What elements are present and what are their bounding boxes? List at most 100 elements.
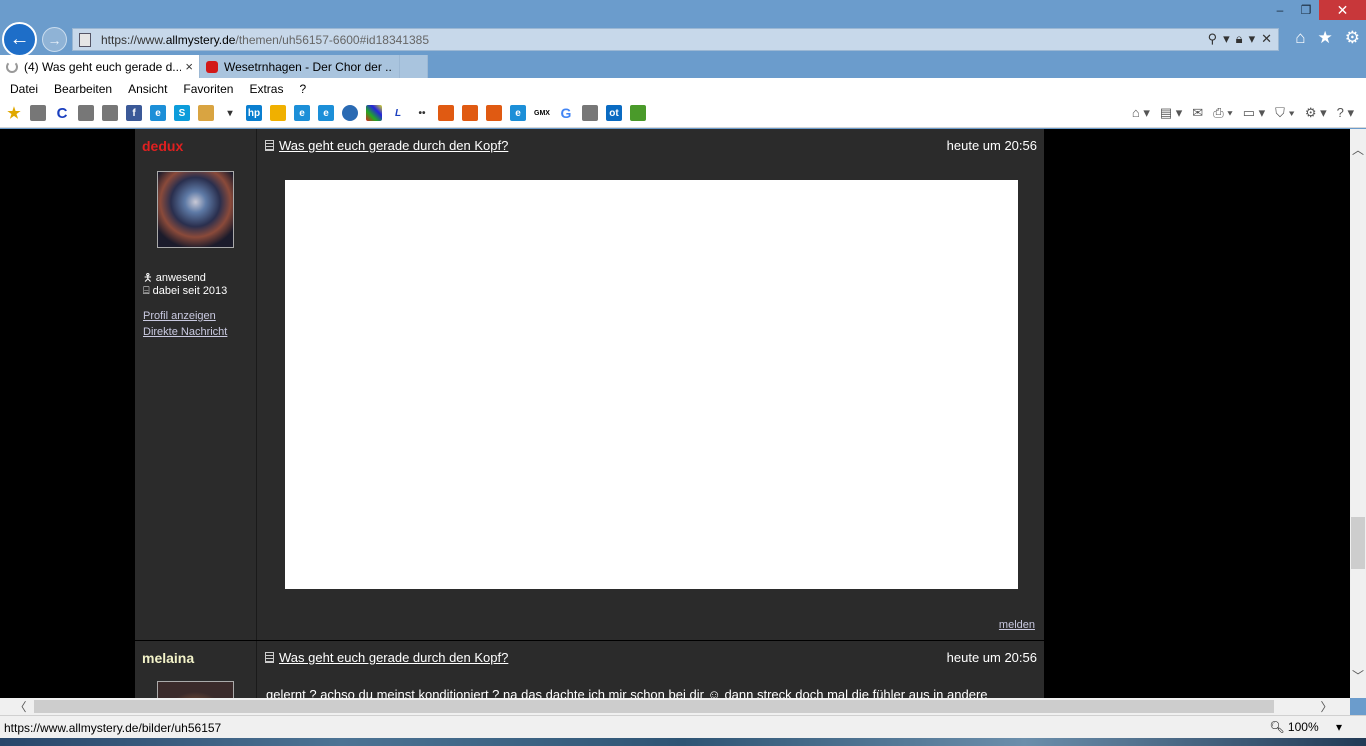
address-url[interactable]: https://www.allmystery.de/themen/uh56157… — [101, 33, 429, 47]
favorite-link-icon[interactable] — [438, 105, 454, 121]
rss-feed-icon[interactable]: ▤ ▾ — [1160, 105, 1182, 121]
menu-datei[interactable]: Datei — [10, 82, 38, 96]
dropdown-arrow-icon[interactable]: ▾ — [222, 105, 238, 121]
zoom-level: 100% — [1287, 720, 1319, 734]
browser-tools: ⌂ ★ ⚙ — [1295, 28, 1360, 48]
post-body: gelernt ? achso du meinst konditioniert … — [266, 687, 988, 698]
favorite-ot-icon[interactable]: ot — [606, 105, 622, 121]
search-icon[interactable]: ⚲ — [1208, 31, 1218, 47]
post-content: Was geht euch gerade durch den Kopf? heu… — [258, 641, 1044, 698]
vertical-scrollbar[interactable]: ︿ ﹀ — [1350, 129, 1366, 698]
globe-icon[interactable] — [342, 105, 358, 121]
url-domain: allmystery.de — [165, 32, 236, 47]
page-icon[interactable]: ▭ ▾ — [1243, 105, 1265, 121]
zoom-icon: 🔍︎ — [1269, 720, 1285, 734]
menu-bearbeiten[interactable]: Bearbeiten — [54, 82, 112, 96]
scroll-down-icon[interactable]: ﹀ — [1350, 667, 1366, 683]
scroll-right-icon[interactable]: 〉 — [1318, 698, 1335, 715]
profile-link[interactable]: Profil anzeigen — [143, 310, 216, 322]
menu-help[interactable]: ? — [299, 82, 306, 96]
embedded-video-frame[interactable] — [285, 180, 1018, 589]
favorite-link-icon[interactable] — [462, 105, 478, 121]
facebook-icon[interactable]: f — [126, 105, 142, 121]
safety-shield-icon[interactable]: ⛉ ▾ — [1275, 105, 1295, 121]
direct-message-link[interactable]: Direkte Nachricht — [143, 326, 227, 338]
menu-ansicht[interactable]: Ansicht — [128, 82, 167, 96]
report-link[interactable]: melden — [999, 619, 1035, 631]
print-icon[interactable]: ⎙ ▾ — [1213, 105, 1232, 121]
menu-favoriten[interactable]: Favoriten — [183, 82, 233, 96]
scrollbar-thumb[interactable] — [1351, 517, 1365, 569]
close-window-button[interactable]: ✕ — [1319, 0, 1366, 20]
favorites-star-icon[interactable]: ★ — [6, 105, 22, 122]
document-icon — [265, 140, 274, 151]
gear-icon[interactable]: ⚙ — [1345, 28, 1360, 48]
lock-icon[interactable]: 🔒︎ — [1236, 31, 1243, 47]
dropdown-arrow-icon[interactable]: ▾ — [1223, 31, 1230, 47]
status-bar: https://www.allmystery.de/bilder/uh56157… — [0, 715, 1366, 738]
favorite-link-icon[interactable] — [30, 105, 46, 121]
scrollbar-thumb[interactable] — [34, 700, 1274, 713]
maximize-button[interactable]: ❐ — [1293, 0, 1319, 20]
ie-icon[interactable]: e — [510, 105, 526, 121]
post-username[interactable]: melaina — [142, 650, 194, 666]
favorites-star-icon[interactable]: ★ — [1318, 28, 1333, 48]
taskbar-strip — [0, 738, 1366, 746]
home-icon[interactable]: ⌂ ▾ — [1132, 105, 1150, 121]
google-icon[interactable]: G — [558, 105, 574, 121]
favorite-link-icon[interactable] — [582, 105, 598, 121]
ie-icon[interactable]: e — [294, 105, 310, 121]
favorite-link-icon[interactable] — [270, 105, 286, 121]
tab-allmystery[interactable]: (4) Was geht euch gerade d... × — [0, 55, 200, 78]
loading-spinner-icon — [6, 60, 18, 73]
favorite-link-icon[interactable] — [486, 105, 502, 121]
stop-icon[interactable]: ✕ — [1261, 31, 1272, 47]
post-title: Was geht euch gerade durch den Kopf? — [279, 138, 509, 153]
skype-icon[interactable]: S — [174, 105, 190, 121]
ie-icon[interactable]: e — [150, 105, 166, 121]
post-username[interactable]: dedux — [142, 138, 183, 154]
home-icon[interactable]: ⌂ — [1295, 28, 1305, 48]
favorite-folder-icon[interactable] — [198, 105, 214, 121]
hp-icon[interactable]: hp — [246, 105, 262, 121]
tab-youtube[interactable]: Wesetrnhagen - Der Chor der ... — [200, 55, 400, 78]
command-bar: ⌂ ▾ ▤ ▾ ✉ ⎙ ▾ ▭ ▾ ⛉ ▾ ⚙ ▾ ? ▾ — [1132, 105, 1354, 121]
dropdown-arrow-icon[interactable]: ▾ — [1249, 31, 1256, 47]
mail-icon[interactable]: ✉ — [1192, 105, 1203, 121]
menu-bar: Datei Bearbeiten Ansicht Favoriten Extra… — [0, 78, 1366, 100]
zoom-control[interactable]: 🔍︎ 100% ▾ — [1269, 720, 1342, 734]
favorites-bar: ★ C f e S ▾ hp e e L •• e GMX G ot ⌂ ▾ ▤… — [0, 100, 1366, 128]
post-title-link[interactable]: Was geht euch gerade durch den Kopf? — [265, 138, 508, 153]
forward-button[interactable]: → — [42, 27, 67, 52]
dropdown-arrow-icon[interactable]: ▾ — [1336, 720, 1342, 734]
back-button[interactable]: ← — [2, 22, 37, 57]
favorite-link-icon[interactable] — [78, 105, 94, 121]
minimize-button[interactable]: – — [1267, 0, 1293, 20]
address-bar[interactable]: https://www.allmystery.de/themen/uh56157… — [72, 28, 1279, 51]
menu-extras[interactable]: Extras — [249, 82, 283, 96]
scroll-up-icon[interactable]: ︿ — [1350, 141, 1366, 157]
avatar[interactable] — [157, 171, 234, 248]
ie-icon[interactable]: e — [318, 105, 334, 121]
presence-label: anwesend — [155, 272, 206, 284]
tools-gear-icon[interactable]: ⚙ ▾ — [1305, 105, 1327, 121]
favorite-c-icon[interactable]: C — [54, 105, 70, 122]
favorite-l-icon[interactable]: L — [390, 105, 406, 121]
favorite-link-icon[interactable] — [102, 105, 118, 121]
calendar-icon: ⌸ — [143, 285, 150, 297]
gmx-icon[interactable]: GMX — [534, 105, 550, 121]
post-title-link[interactable]: Was geht euch gerade durch den Kopf? — [265, 650, 508, 665]
forum-post: dedux 🯅︎ anwesend ⌸ dabei seit 2013 Prof… — [135, 129, 1044, 640]
favorite-link-icon[interactable] — [630, 105, 646, 121]
favorite-dots-icon[interactable]: •• — [414, 105, 430, 121]
post-text: dann streck doch mal die fühler aus in a… — [724, 687, 988, 698]
post-author-panel: melaina — [135, 641, 257, 698]
url-path: /themen/uh56157-6600#id18341385 — [235, 32, 429, 47]
help-icon[interactable]: ? ▾ — [1337, 105, 1354, 121]
scroll-left-icon[interactable]: 〈 — [12, 698, 29, 715]
new-tab-button[interactable] — [400, 55, 428, 78]
avatar[interactable] — [157, 681, 234, 698]
horizontal-scrollbar[interactable]: 〈 〉 — [0, 698, 1350, 715]
grid-icon[interactable] — [366, 105, 382, 121]
close-tab-icon[interactable]: × — [185, 59, 193, 74]
